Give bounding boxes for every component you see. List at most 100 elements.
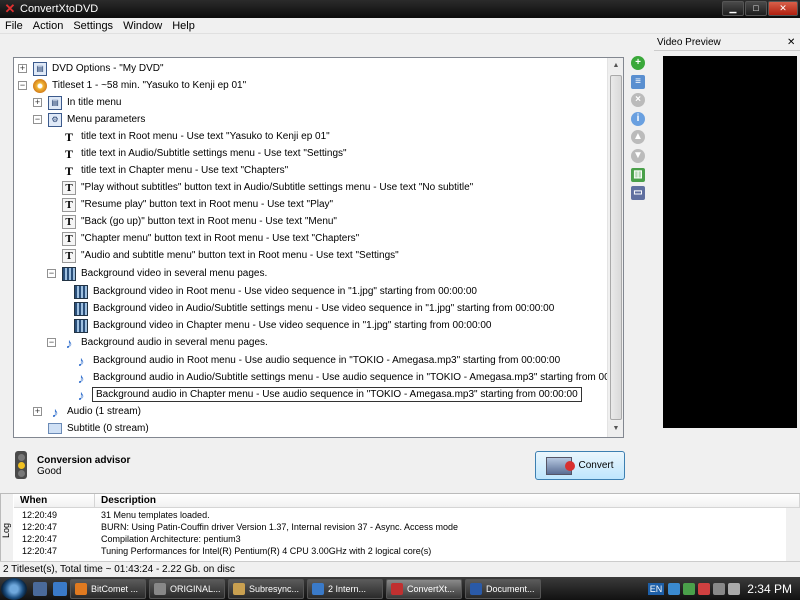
convert-button[interactable]: Convert: [535, 451, 625, 480]
volume-icon[interactable]: [713, 582, 726, 595]
tree-item-audio-param[interactable]: ♪ Background audio in Root menu - Use au…: [74, 352, 561, 369]
film-icon: [74, 301, 88, 316]
tree-item-in-title-menu[interactable]: + ▤ In title menu: [33, 94, 121, 111]
music-note-icon: ♪: [77, 386, 85, 403]
tree-item-background-audio[interactable]: − ♪ Background audio in several menu pag…: [47, 334, 268, 351]
tree-item-button-text-param[interactable]: T "Audio and subtitle menu" button text …: [62, 247, 399, 264]
tree-item-label: "Chapter menu" button text in Root menu …: [81, 233, 360, 244]
close-button[interactable]: ✕: [768, 1, 798, 16]
convert-button-label: Convert: [578, 460, 614, 471]
tree-item-background-video[interactable]: − Background video in several menu pages…: [47, 265, 267, 282]
word-icon: [470, 582, 482, 595]
tree-item-label: title text in Audio/Subtitle settings me…: [81, 148, 347, 159]
close-icon[interactable]: ✕: [787, 37, 795, 48]
tree-item-video-param[interactable]: Background video in Root menu - Use vide…: [74, 283, 477, 300]
edit-icon[interactable]: ≡: [631, 74, 645, 89]
music-note-icon: ♪: [77, 352, 85, 369]
expand-icon[interactable]: +: [33, 407, 42, 416]
task-label: ConvertXt...: [407, 583, 455, 594]
maximize-button[interactable]: □: [745, 1, 767, 16]
security-icon[interactable]: [683, 582, 696, 595]
tree-item-audio-param-selected[interactable]: ♪ Background audio in Chapter menu - Use…: [74, 386, 582, 403]
task-original[interactable]: ORIGINAL...: [149, 578, 225, 599]
start-button[interactable]: [1, 577, 27, 600]
tree-item-button-text-param[interactable]: T "Resume play" button text in Root menu…: [62, 196, 333, 213]
tree-item-text-param[interactable]: T title text in Audio/Subtitle settings …: [62, 145, 347, 162]
task-label: ORIGINAL...: [170, 583, 221, 594]
tree-item-text-param[interactable]: T title text in Root menu - Use text "Ya…: [62, 128, 330, 145]
tree-item-button-text-param[interactable]: T "Play without subtitles" button text i…: [62, 179, 473, 196]
task-subresync[interactable]: Subresync...: [228, 578, 304, 599]
text-icon: T: [64, 163, 73, 178]
log-scrollbar[interactable]: [786, 508, 800, 562]
scroll-down-icon[interactable]: ▼: [608, 421, 623, 437]
chapters-icon[interactable]: ▥: [631, 167, 645, 182]
tree-item-video-param[interactable]: Background video in Audio/Subtitle setti…: [74, 300, 554, 317]
button-text-icon: T: [62, 214, 76, 229]
menu-parameters-icon: ⚙: [48, 112, 62, 127]
video-preview-screen: [663, 56, 797, 428]
tree-item-subtitle-streams[interactable]: Subtitle (0 stream): [48, 420, 149, 437]
task-label: Subresync...: [249, 583, 300, 594]
move-down-icon[interactable]: ▼: [631, 148, 645, 163]
delete-icon[interactable]: ×: [631, 93, 645, 108]
minimize-button[interactable]: ▁: [722, 1, 744, 16]
clock[interactable]: 2:34 PM: [747, 582, 792, 596]
log-tab[interactable]: Log: [0, 494, 13, 562]
language-indicator[interactable]: EN: [647, 582, 665, 595]
tree-scrollbar[interactable]: ▲ ▼: [607, 58, 623, 437]
log-header: When Description: [14, 494, 800, 508]
tree-item-titleset[interactable]: − Titleset 1 - ~58 min. "Yasuko to Kenji…: [18, 77, 246, 94]
expand-icon[interactable]: +: [18, 64, 27, 73]
tree-item-label: Menu parameters: [67, 114, 146, 125]
ie-icon[interactable]: [53, 581, 67, 596]
convertxtodvd-icon: [391, 582, 403, 595]
tree-item-dvd-options[interactable]: + ▤ DVD Options - "My DVD": [18, 60, 164, 77]
tree-item-button-text-param[interactable]: T "Back (go up)" button text in Root men…: [62, 213, 337, 230]
dvd-options-icon: ▤: [33, 61, 47, 76]
tree-item-button-text-param[interactable]: T "Chapter menu" button text in Root men…: [62, 230, 359, 247]
preview-icon[interactable]: ▭: [631, 186, 645, 201]
expand-icon[interactable]: +: [33, 98, 42, 107]
menu-file[interactable]: File: [0, 20, 28, 32]
column-description[interactable]: Description: [95, 494, 800, 508]
column-when[interactable]: When: [14, 494, 95, 508]
tray-app-icon[interactable]: [728, 582, 741, 595]
tree-item-text-param[interactable]: T title text in Chapter menu - Use text …: [62, 162, 288, 179]
scroll-up-icon[interactable]: ▲: [608, 58, 623, 74]
move-up-icon[interactable]: ▲: [631, 130, 645, 145]
show-desktop-icon[interactable]: [33, 581, 47, 596]
convert-icon: [546, 456, 576, 475]
tree-item-audio-streams[interactable]: + ♪ Audio (1 stream): [33, 403, 141, 420]
menu-settings[interactable]: Settings: [68, 20, 118, 32]
window-controls: ▁ □ ✕: [722, 1, 798, 16]
task-internet[interactable]: 2 Intern...: [307, 578, 383, 599]
collapse-icon[interactable]: −: [47, 338, 56, 347]
project-tree[interactable]: + ▤ DVD Options - "My DVD" − Titleset 1 …: [13, 57, 624, 438]
tree-item-menu-parameters[interactable]: − ⚙ Menu parameters: [33, 111, 145, 128]
collapse-icon[interactable]: −: [47, 269, 56, 278]
scroll-thumb[interactable]: [610, 75, 622, 420]
tree-item-audio-param[interactable]: ♪ Background audio in Audio/Subtitle set…: [74, 369, 624, 386]
collapse-icon[interactable]: −: [18, 81, 27, 90]
task-convertxtodvd[interactable]: ConvertXt...: [386, 578, 462, 599]
log-row: 12:20:49 31 Menu templates loaded.: [14, 510, 210, 522]
network-icon[interactable]: [668, 582, 681, 595]
add-icon[interactable]: +: [631, 56, 645, 70]
menu-window[interactable]: Window: [118, 20, 167, 32]
task-bitcomet[interactable]: BitComet ...: [70, 578, 146, 599]
log-row: 12:20:47 Compilation Architecture: penti…: [14, 534, 241, 546]
window-title: ConvertXtoDVD: [20, 3, 99, 15]
antivirus-icon[interactable]: [698, 582, 711, 595]
menu-action[interactable]: Action: [28, 20, 69, 32]
tree-item-video-param[interactable]: Background video in Chapter menu - Use v…: [74, 317, 491, 334]
task-document[interactable]: Document...: [465, 578, 541, 599]
subtitle-icon: [48, 423, 62, 434]
menu-icon: ▤: [48, 95, 62, 110]
collapse-icon[interactable]: −: [33, 115, 42, 124]
menu-help[interactable]: Help: [167, 20, 200, 32]
info-icon[interactable]: i: [631, 111, 645, 126]
tree-item-label: In title menu: [67, 97, 122, 108]
tree-item-label: Audio (1 stream): [67, 406, 141, 417]
log-text: 31 Menu templates loaded.: [101, 510, 210, 520]
